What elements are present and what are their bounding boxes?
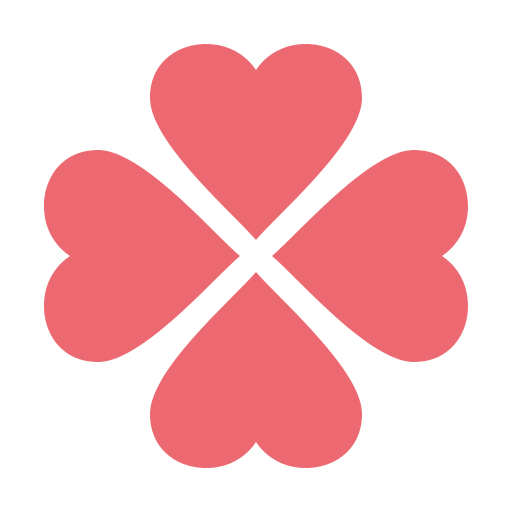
four-leaf-clover-heart-icon xyxy=(44,44,468,468)
app-icon-canvas xyxy=(0,0,512,512)
clover-leaves xyxy=(44,44,468,468)
